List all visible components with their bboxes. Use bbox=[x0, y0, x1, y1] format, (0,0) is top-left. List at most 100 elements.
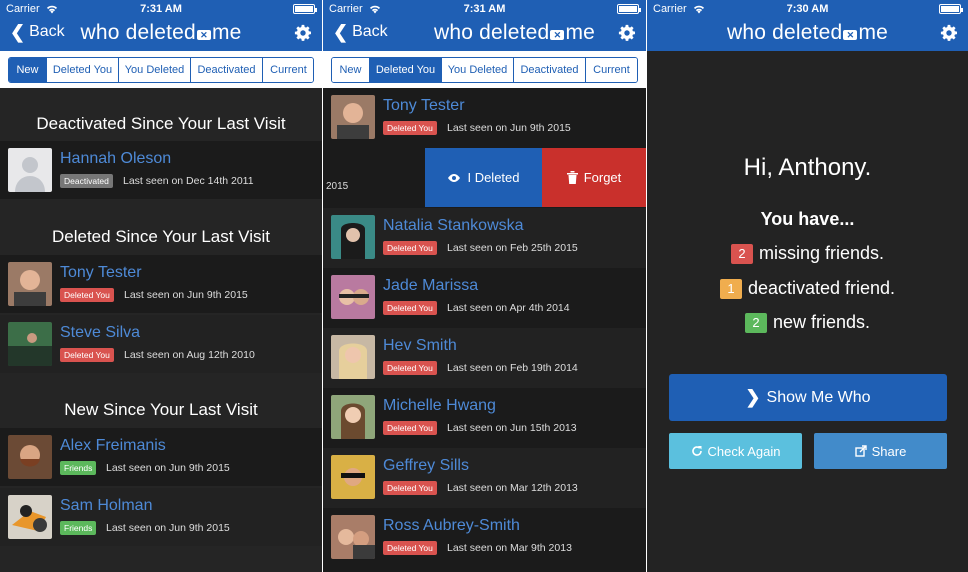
tab-you-deleted[interactable]: You Deleted bbox=[119, 58, 191, 82]
gear-icon[interactable] bbox=[618, 24, 636, 42]
status-bar: Carrier 7:31 AM bbox=[0, 3, 322, 17]
avatar bbox=[331, 275, 375, 319]
list-item[interactable]: Steve Silva Deleted You Last seen on Aug… bbox=[0, 315, 322, 373]
swipe-actions-row: 2015 I Deleted Forget bbox=[323, 148, 646, 207]
tab-you-deleted[interactable]: You Deleted bbox=[442, 58, 514, 82]
avatar bbox=[331, 335, 375, 379]
screen-deleted-you: Carrier 7:31 AM ❮ Back who deleted ✕ me New… bbox=[323, 0, 646, 572]
status-badge: Deleted You bbox=[383, 121, 437, 135]
gear-icon[interactable] bbox=[294, 24, 312, 42]
share-button[interactable]: Share bbox=[814, 433, 947, 469]
last-seen: Last seen on Dec 14th 2011 bbox=[123, 175, 254, 187]
tab-deleted-you[interactable]: Deleted You bbox=[370, 58, 442, 82]
friend-name: Natalia Stankowska bbox=[383, 217, 524, 234]
status-badge: Deleted You bbox=[383, 421, 437, 435]
status-badge: Deleted You bbox=[383, 241, 437, 255]
nav-bar: ❮ Back who deleted ✕ me bbox=[323, 19, 646, 49]
avatar bbox=[8, 495, 52, 539]
check-again-button[interactable]: Check Again bbox=[669, 433, 802, 469]
list-item[interactable]: Alex Freimanis Friends Last seen on Jun … bbox=[0, 428, 322, 486]
clock: 7:31 AM bbox=[463, 3, 506, 15]
top-bar: Carrier 7:31 AM ❮ Back who deleted ✕ me bbox=[0, 0, 322, 51]
stat-text: new friends. bbox=[772, 312, 871, 332]
show-me-who-label: Show Me Who bbox=[766, 388, 871, 406]
status-badge: Friends bbox=[60, 461, 97, 475]
avatar bbox=[8, 322, 52, 366]
screenshot-collage: Carrier 7:31 AM ❮ Back who deleted ✕ me New… bbox=[0, 0, 968, 572]
app-logo: who deleted ✕ me bbox=[80, 21, 242, 44]
friend-name: Tony Tester bbox=[383, 97, 465, 114]
status-badge: Deleted You bbox=[60, 348, 114, 362]
i-deleted-label: I Deleted bbox=[467, 170, 520, 185]
status-badge: Friends bbox=[60, 521, 97, 535]
last-seen-fragment: 2015 bbox=[326, 181, 349, 192]
list-item[interactable]: Jade Marissa Deleted You Last seen on Ap… bbox=[323, 268, 646, 328]
tab-new[interactable]: New bbox=[9, 58, 47, 82]
avatar bbox=[331, 395, 375, 439]
last-seen: Last seen on Jun 9th 2015 bbox=[124, 289, 248, 301]
friend-name: Tony Tester bbox=[60, 264, 142, 281]
stat-text: missing friends. bbox=[758, 243, 885, 263]
avatar bbox=[8, 262, 52, 306]
list-item[interactable]: Natalia Stankowska Deleted You Last seen… bbox=[323, 208, 646, 268]
last-seen: Last seen on Jun 9th 2015 bbox=[106, 462, 230, 474]
status-badge: Deleted You bbox=[383, 301, 437, 315]
list-item[interactable]: Michelle Hwang Deleted You Last seen on … bbox=[323, 388, 646, 448]
friend-name: Jade Marissa bbox=[383, 277, 479, 294]
check-again-label: Check Again bbox=[707, 443, 781, 459]
avatar bbox=[331, 215, 375, 259]
stat-text: deactivated friend. bbox=[747, 278, 896, 298]
avatar bbox=[331, 455, 375, 499]
list-item[interactable]: Hev Smith Deleted You Last seen on Feb 1… bbox=[323, 328, 646, 388]
nav-bar: ❮ Back who deleted ✕ me bbox=[0, 19, 322, 49]
tab-deactivated[interactable]: Deactivated bbox=[191, 58, 263, 82]
refresh-icon bbox=[691, 446, 702, 456]
list-item[interactable]: Tony Tester Deleted You Last seen on Jun… bbox=[323, 88, 646, 148]
screen-summary: Carrier 7:30 AM who deleted ✕ me Hi, Antho… bbox=[647, 0, 968, 572]
last-seen: Last seen on Aug 12th 2010 bbox=[124, 349, 255, 361]
forget-button[interactable]: Forget bbox=[542, 148, 646, 207]
nav-bar: who deleted ✕ me bbox=[647, 19, 968, 49]
last-seen: Last seen on Jun 9th 2015 bbox=[106, 522, 230, 534]
show-me-who-button[interactable]: ❯ Show Me Who bbox=[669, 374, 947, 421]
status-bar: Carrier 7:30 AM bbox=[647, 3, 968, 17]
avatar bbox=[331, 95, 375, 139]
forget-label: Forget bbox=[583, 170, 622, 185]
stat-missing: 2 missing friends. bbox=[647, 243, 968, 264]
tab-current[interactable]: Current bbox=[263, 58, 313, 82]
list-item[interactable]: Hannah Oleson Deactivated Last seen on D… bbox=[0, 141, 322, 199]
gear-icon[interactable] bbox=[940, 24, 958, 42]
back-button[interactable]: ❮ Back bbox=[333, 23, 388, 41]
battery-icon bbox=[293, 4, 317, 14]
tab-current[interactable]: Current bbox=[586, 58, 637, 82]
filter-tabs-bar: New Deleted You You Deleted Deactivated … bbox=[0, 51, 322, 88]
stat-new: 2 new friends. bbox=[647, 312, 968, 333]
count-badge: 2 bbox=[744, 312, 767, 333]
chevron-right-icon: ❯ bbox=[745, 387, 761, 407]
status-badge: Deactivated bbox=[60, 174, 113, 188]
chevron-left-icon: ❮ bbox=[333, 22, 349, 42]
tab-deactivated[interactable]: Deactivated bbox=[514, 58, 586, 82]
filter-tabs-bar: New Deleted You You Deleted Deactivated … bbox=[323, 51, 646, 88]
list-item[interactable]: Tony Tester Deleted You Last seen on Jun… bbox=[0, 255, 322, 313]
list-item[interactable]: Sam Holman Friends Last seen on Jun 9th … bbox=[0, 488, 322, 546]
list-item[interactable]: Ross Aubrey-Smith Deleted You Last seen … bbox=[323, 508, 646, 568]
friend-name: Sam Holman bbox=[60, 497, 153, 514]
last-seen: Last seen on Jun 9th 2015 bbox=[447, 122, 571, 134]
segmented-control: New Deleted You You Deleted Deactivated … bbox=[8, 57, 314, 83]
tab-deleted-you[interactable]: Deleted You bbox=[47, 58, 119, 82]
last-seen: Last seen on Feb 19th 2014 bbox=[447, 362, 578, 374]
battery-icon bbox=[939, 4, 963, 14]
last-seen: Last seen on Mar 9th 2013 bbox=[447, 542, 572, 554]
x-badge-icon: ✕ bbox=[550, 30, 565, 40]
section-title-deleted: Deleted Since Your Last Visit bbox=[52, 227, 270, 246]
trash-icon bbox=[566, 171, 578, 184]
clock: 7:31 AM bbox=[140, 3, 182, 15]
tab-new[interactable]: New bbox=[332, 58, 370, 82]
count-badge: 2 bbox=[730, 243, 753, 264]
section-title-new: New Since Your Last Visit bbox=[64, 400, 258, 419]
last-seen: Last seen on Jun 15th 2013 bbox=[447, 422, 577, 434]
status-bar: Carrier 7:31 AM bbox=[323, 3, 646, 17]
i-deleted-button[interactable]: I Deleted bbox=[425, 148, 542, 207]
list-item[interactable]: Geffrey Sills Deleted You Last seen on M… bbox=[323, 448, 646, 508]
